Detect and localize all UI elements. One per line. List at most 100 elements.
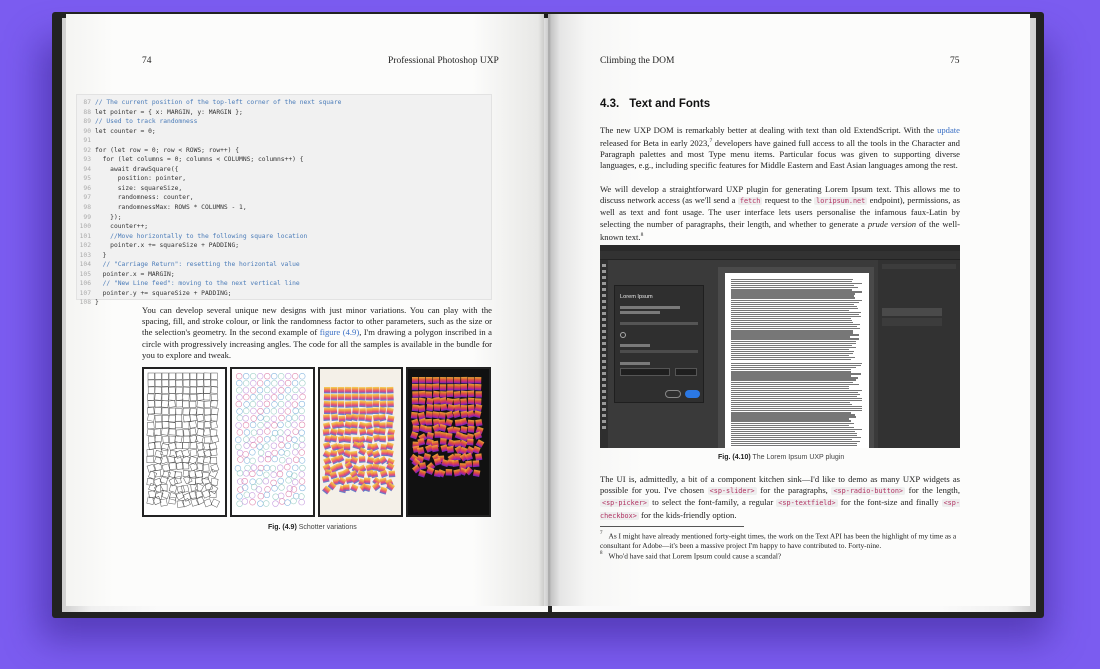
inline-code: fetch [737, 197, 763, 206]
schotter-mark [153, 469, 162, 478]
schotter-mark [454, 384, 461, 391]
ps-tool-icon [602, 378, 606, 381]
schotter-mark [371, 482, 381, 492]
emphasis: prude version [867, 218, 917, 229]
schotter-mark [146, 496, 155, 505]
schotter-mark [209, 456, 218, 465]
schotter-mark [153, 428, 162, 437]
schotter-mark [175, 408, 183, 416]
schotter-mark [243, 407, 250, 415]
schotter-mark [235, 400, 242, 408]
schotter-mark [175, 421, 183, 429]
schotter-mark [243, 442, 250, 449]
schotter-mark [243, 393, 250, 401]
book-spine [538, 14, 560, 606]
schotter-mark [447, 384, 454, 391]
schotter-mark [292, 478, 299, 486]
schotter-mark [242, 380, 250, 387]
schotter-mark [358, 393, 366, 401]
schotter-mark [299, 393, 306, 401]
figure-link[interactable]: figure (4.9) [320, 327, 359, 337]
section-heading: 4.3. Text and Fonts [600, 98, 720, 110]
ps-tool-icon [602, 276, 606, 279]
ps-panels [878, 260, 960, 448]
schotter-mark [161, 427, 169, 436]
schotter-mark [277, 492, 285, 500]
schotter-mark [161, 400, 169, 408]
schotter-mark [322, 441, 332, 450]
schotter-mark [379, 435, 387, 443]
schotter-mark [278, 414, 285, 422]
schotter-mark [365, 414, 373, 423]
line-number: 108 [79, 299, 91, 307]
schotter-mark [277, 393, 285, 401]
schotter-mark [433, 404, 441, 411]
schotter-mark [411, 397, 419, 405]
schotter-mark [425, 383, 433, 391]
line-number: 105 [79, 270, 91, 278]
figure-4-10-caption: Fig. (4.10) The Lorem Ipsum UXP plugin [718, 454, 844, 461]
update-link[interactable]: update [937, 125, 960, 135]
code-text: // "Carriage Return": resetting the hori… [95, 261, 300, 269]
ps-toolbar [600, 260, 608, 448]
document-text-line [731, 358, 851, 361]
schotter-mark [264, 428, 271, 435]
schotter-mark [182, 414, 191, 423]
schotter-mark [196, 400, 205, 408]
schotter-mark [285, 490, 292, 498]
schotter-mark [474, 398, 482, 405]
inline-code: <sp-picker> [600, 499, 650, 508]
line-number: 97 [83, 194, 91, 202]
schotter-mark [270, 479, 277, 487]
ps-tool-icon [602, 360, 606, 363]
footnote-ref[interactable]: 7 [709, 138, 712, 144]
schotter-mark [264, 386, 271, 394]
schotter-mark [210, 393, 219, 402]
schotter-mark [271, 449, 278, 457]
schotter-mark [336, 428, 345, 437]
schotter-mark [256, 478, 263, 485]
schotter-mark [366, 408, 373, 415]
schotter-mark [146, 456, 154, 464]
code-line: 106 // "New Line feed": moving to the ne… [77, 279, 491, 289]
schotter-mark [365, 435, 374, 444]
schotter-mark [385, 442, 394, 451]
schotter-mark [208, 468, 218, 478]
schotter-mark [337, 393, 345, 401]
schotter-mark [323, 414, 330, 421]
schotter-mark [344, 428, 352, 436]
schotter-mark [412, 425, 420, 433]
schotter-mark [426, 403, 434, 412]
ps-tool-icon [602, 408, 606, 411]
schotter-mark [271, 401, 278, 408]
schotter-mark [249, 470, 256, 478]
code-text: //Move horizontally to the following squ… [95, 232, 308, 240]
schotter-mark [284, 421, 292, 428]
schotter-mark [204, 436, 212, 444]
ps-tool-icon [602, 336, 606, 339]
schotter-mark [201, 489, 211, 499]
line-number: 88 [83, 108, 91, 116]
schotter-mark [285, 477, 292, 484]
schotter-mark [298, 429, 305, 436]
schotter-mark [278, 379, 285, 387]
ps-tool-icon [602, 414, 606, 417]
schotter-mark [203, 498, 213, 508]
ps-tool-icon [602, 366, 606, 369]
schotter-mark [446, 390, 454, 398]
schotter-mark [162, 421, 170, 429]
schotter-mark [365, 401, 373, 408]
ps-tool-icon [602, 354, 606, 357]
schotter-mark [256, 436, 264, 443]
inline-code: <sp-radio-button> [831, 487, 906, 496]
schotter-mark [175, 441, 183, 449]
code-text: pointer.x += squareSize + PADDING; [95, 242, 240, 250]
ps-document [718, 267, 874, 448]
schotter-mark [235, 372, 243, 380]
schotter-mark [336, 421, 345, 429]
document-text-line [731, 445, 857, 447]
code-text: pointer.y += squareSize + PADDING; [95, 289, 232, 297]
code-line: 101 //Move horizontally to the following… [77, 232, 491, 242]
footnote-ref[interactable]: 8 [641, 232, 644, 238]
schotter-mark [250, 407, 257, 415]
